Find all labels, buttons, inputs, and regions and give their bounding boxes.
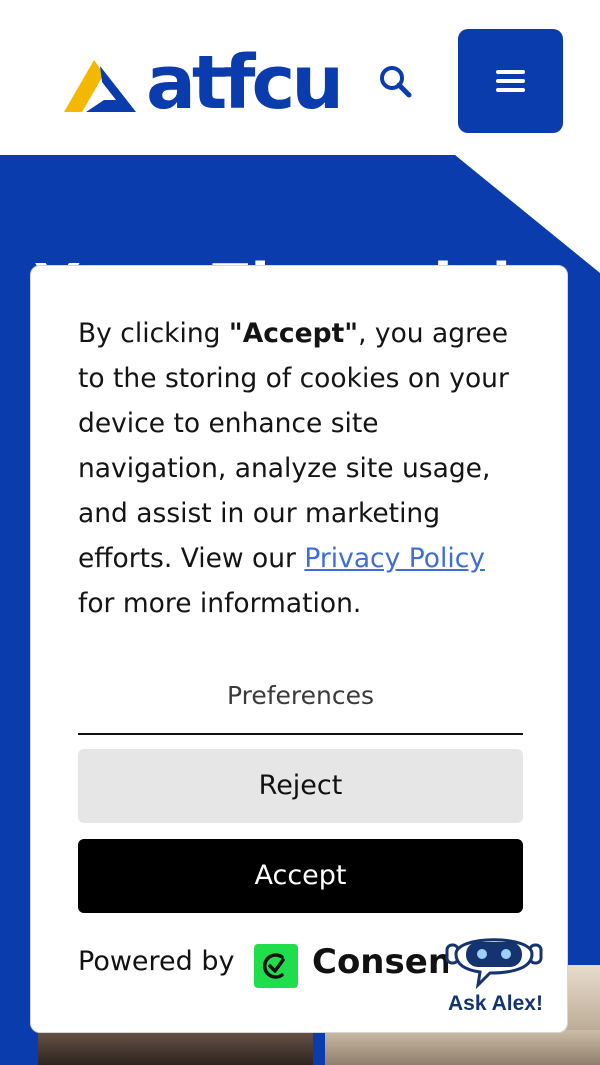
consent-check-icon [254,944,298,988]
atfcu-logo[interactable]: atfcu [64,42,344,124]
accept-button[interactable]: Accept [78,839,523,913]
robot-icon [445,938,543,990]
ask-alex-chatbot-button[interactable]: Ask Alex! [444,925,548,1020]
search-button[interactable] [374,60,418,104]
cookie-consent-dialog: By clicking "Accept", you agree to the s… [30,265,568,1033]
hero-photo-2 [325,1030,600,1065]
search-icon [380,66,412,98]
ask-alex-label: Ask Alex! [448,992,543,1015]
reject-button[interactable]: Reject [78,749,523,823]
hero-photo-1 [38,1030,313,1065]
brand-name: atfcu [146,40,344,126]
privacy-policy-link[interactable]: Privacy Policy [304,543,485,574]
cookie-consent-message: By clicking "Accept", you agree to the s… [78,318,509,619]
triangle-logo-icon [64,60,136,112]
site-header: atfcu [0,0,600,155]
hero-photo-right [565,965,600,1035]
consent-provider-name: Consent [312,942,448,982]
powered-by-consent: Powered by Consent [78,942,448,992]
accept-quote: "Accept" [228,318,359,349]
menu-button[interactable] [458,29,563,133]
preferences-button[interactable]: Preferences [78,671,523,735]
powered-by-label: Powered by [78,946,235,977]
